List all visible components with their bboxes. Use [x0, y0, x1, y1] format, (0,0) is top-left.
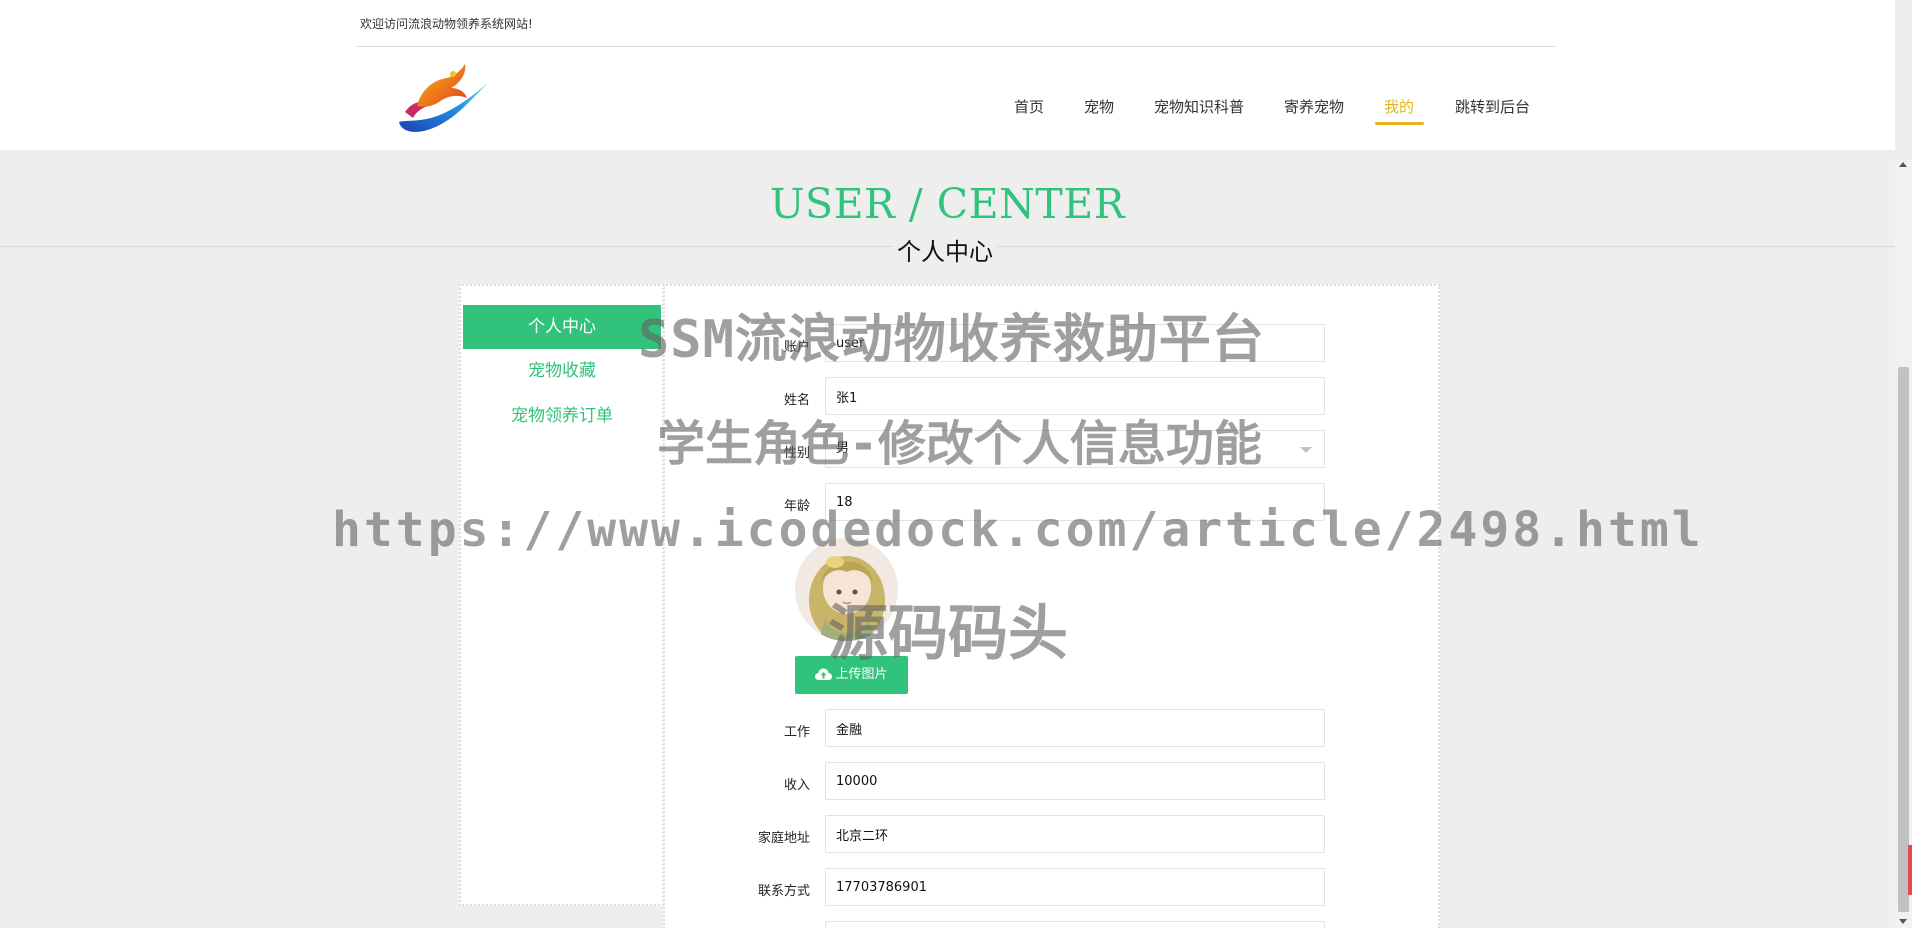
nav-active-indicator — [1375, 122, 1424, 125]
sidebar-item-profile[interactable]: 个人中心 — [463, 305, 661, 349]
contact-label: 联系方式 — [757, 884, 810, 899]
age-label: 年龄 — [783, 499, 810, 514]
nav-mine[interactable]: 我的 — [1384, 96, 1414, 117]
gender-select[interactable]: 男 — [825, 430, 1325, 468]
income-label: 收入 — [783, 778, 810, 793]
chevron-down-icon — [1300, 447, 1312, 453]
nav-foster-pets[interactable]: 寄养宠物 — [1284, 96, 1344, 117]
scroll-up-arrow-icon[interactable] — [1899, 162, 1907, 167]
age-field[interactable] — [825, 483, 1325, 521]
address-label: 家庭地址 — [757, 831, 810, 846]
page-title: USER / CENTER — [769, 180, 1126, 228]
account-label: 账户 — [783, 340, 810, 355]
main-nav: 首页 宠物 宠物知识科普 寄养宠物 我的 跳转到后台 — [0, 96, 1895, 126]
nav-pets[interactable]: 宠物 — [1084, 96, 1114, 117]
scroll-thumb[interactable] — [1898, 367, 1909, 912]
nav-home[interactable]: 首页 — [1014, 96, 1044, 117]
job-label: 工作 — [783, 725, 810, 740]
gender-label: 性别 — [783, 446, 810, 461]
scroll-down-arrow-icon[interactable] — [1899, 919, 1907, 924]
header-divider — [356, 46, 1556, 47]
contact-field[interactable] — [825, 868, 1325, 906]
nav-pet-knowledge[interactable]: 宠物知识科普 — [1154, 96, 1244, 117]
sidebar-item-favorites[interactable]: 宠物收藏 — [463, 349, 661, 393]
cloud-upload-icon — [815, 668, 833, 680]
welcome-text: 欢迎访问流浪动物领养系统网站! — [360, 17, 533, 31]
site-header: 欢迎访问流浪动物领养系统网站! 首页 宠物 宠物知识科普 寄养宠物 我的 跳转到… — [0, 0, 1895, 150]
next-field-partial[interactable] — [825, 921, 1325, 928]
upload-button-label: 上传图片 — [835, 667, 888, 682]
nav-admin-jump[interactable]: 跳转到后台 — [1455, 96, 1530, 117]
name-label: 姓名 — [783, 393, 810, 408]
avatar-image — [795, 538, 898, 641]
account-field[interactable] — [825, 324, 1325, 362]
side-widget-tab[interactable] — [1908, 845, 1912, 895]
upload-image-button[interactable]: 上传图片 — [795, 656, 908, 694]
user-center-sidebar: 个人中心 宠物收藏 宠物领养订单 — [459, 284, 664, 906]
address-field[interactable] — [825, 815, 1325, 853]
gender-value: 男 — [836, 441, 850, 456]
income-field[interactable] — [825, 762, 1325, 800]
page-scrollbar[interactable] — [1895, 160, 1912, 928]
job-field[interactable] — [825, 709, 1325, 747]
avatar-girl-icon — [795, 538, 898, 641]
sidebar-item-adoption-orders[interactable]: 宠物领养订单 — [463, 394, 661, 438]
name-field[interactable] — [825, 377, 1325, 415]
page-subtitle: 个人中心 — [893, 232, 997, 267]
